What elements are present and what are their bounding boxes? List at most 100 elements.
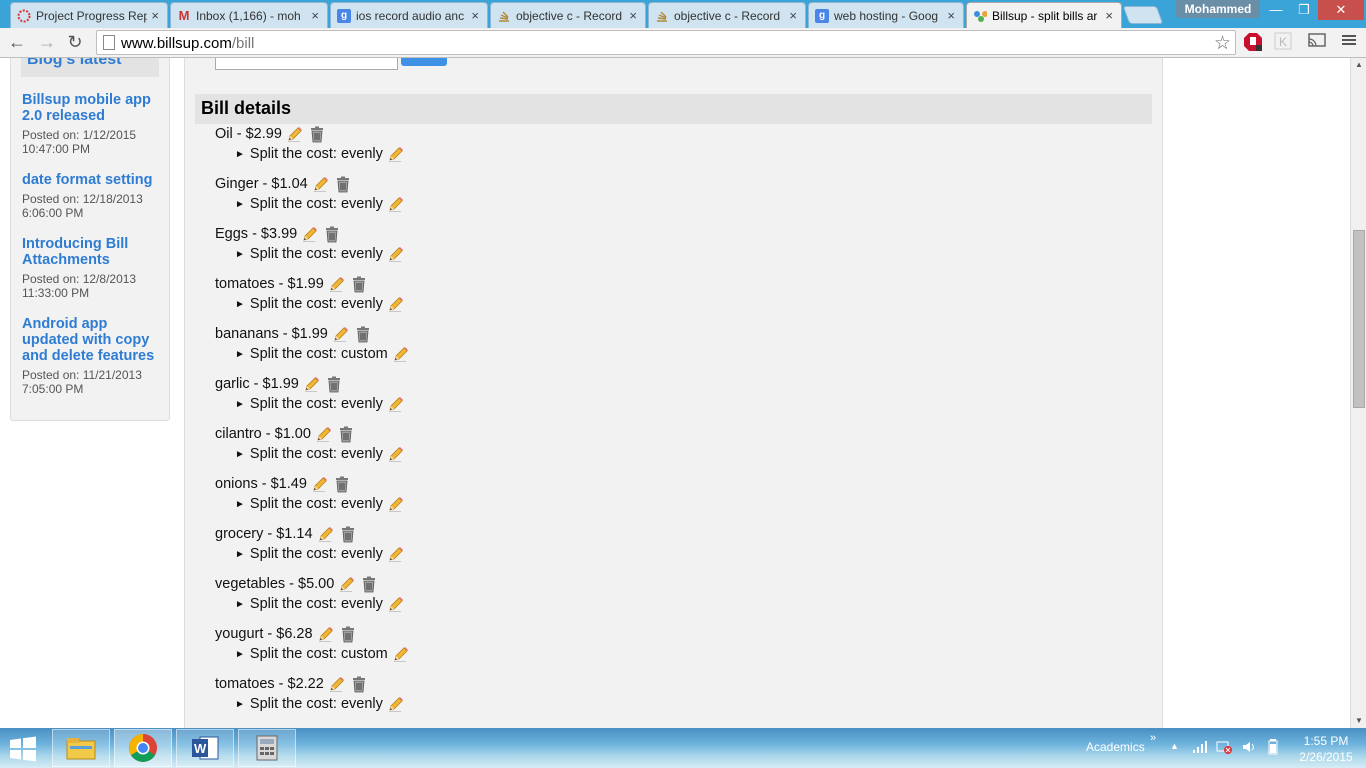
- forward-icon[interactable]: →: [36, 31, 58, 53]
- edit-pencil-icon[interactable]: [301, 225, 319, 243]
- file-explorer-icon[interactable]: [52, 729, 110, 767]
- calculator-icon[interactable]: [238, 729, 296, 767]
- expand-triangle-icon[interactable]: ►: [235, 249, 245, 260]
- edit-pencil-icon[interactable]: [387, 495, 405, 513]
- close-icon[interactable]: ×: [471, 8, 479, 23]
- windows-start-icon[interactable]: [8, 736, 40, 762]
- chrome-icon[interactable]: [114, 729, 172, 767]
- tab-billsup[interactable]: Billsup - split bills ar ×: [966, 2, 1122, 28]
- tab-objective-c-1[interactable]: objective c - Record ×: [490, 2, 646, 28]
- text-input[interactable]: [215, 58, 398, 70]
- tab-project-progress[interactable]: Project Progress Rep ×: [10, 2, 168, 28]
- split-cost-row[interactable]: ► Split the cost: evenly: [215, 194, 405, 214]
- scroll-thumb[interactable]: [1353, 230, 1365, 408]
- trash-icon[interactable]: [334, 175, 352, 193]
- adblock-extension-icon[interactable]: [1242, 32, 1264, 54]
- network-error-icon[interactable]: [1216, 740, 1232, 757]
- expand-triangle-icon[interactable]: ►: [235, 549, 245, 560]
- blog-post-link[interactable]: date format setting: [22, 172, 162, 188]
- back-icon[interactable]: ←: [6, 31, 28, 53]
- battery-icon[interactable]: [1268, 739, 1278, 758]
- edit-pencil-icon[interactable]: [392, 345, 410, 363]
- edit-pencil-icon[interactable]: [312, 175, 330, 193]
- blog-post-link[interactable]: Introducing Bill Attachments: [22, 236, 162, 268]
- maximize-icon[interactable]: ❐: [1290, 0, 1318, 20]
- edit-pencil-icon[interactable]: [387, 195, 405, 213]
- close-icon[interactable]: ×: [629, 8, 637, 23]
- edit-pencil-icon[interactable]: [317, 625, 335, 643]
- trash-icon[interactable]: [325, 375, 343, 393]
- menu-icon[interactable]: [1338, 32, 1360, 54]
- blog-post-link[interactable]: Android app updated with copy and delete…: [22, 316, 162, 364]
- show-hidden-icons-icon[interactable]: ▲: [1170, 741, 1179, 751]
- trash-icon[interactable]: [323, 225, 341, 243]
- edit-pencil-icon[interactable]: [332, 325, 350, 343]
- trash-icon[interactable]: [354, 325, 372, 343]
- expand-triangle-icon[interactable]: ►: [235, 149, 245, 160]
- edit-pencil-icon[interactable]: [387, 445, 405, 463]
- expand-triangle-icon[interactable]: ►: [235, 649, 245, 660]
- expand-triangle-icon[interactable]: ►: [235, 199, 245, 210]
- close-icon[interactable]: ×: [1105, 8, 1113, 23]
- edit-pencil-icon[interactable]: [387, 545, 405, 563]
- trash-icon[interactable]: [308, 125, 326, 143]
- double-chevron-icon[interactable]: »: [1150, 732, 1156, 744]
- edit-pencil-icon[interactable]: [328, 275, 346, 293]
- edit-pencil-icon[interactable]: [387, 695, 405, 713]
- close-icon[interactable]: ×: [947, 8, 955, 23]
- close-icon[interactable]: ×: [311, 8, 319, 23]
- tab-ios-record[interactable]: g ios record audio anc ×: [330, 2, 488, 28]
- trash-icon[interactable]: [350, 275, 368, 293]
- address-bar[interactable]: www.billsup.com/bill ☆: [96, 30, 1236, 55]
- trash-icon[interactable]: [339, 525, 357, 543]
- signal-icon[interactable]: [1192, 740, 1208, 757]
- edit-pencil-icon[interactable]: [387, 395, 405, 413]
- edit-pencil-icon[interactable]: [387, 145, 405, 163]
- page-scrollbar[interactable]: ▲ ▼: [1350, 58, 1366, 728]
- trash-icon[interactable]: [339, 625, 357, 643]
- split-cost-row[interactable]: ► Split the cost: evenly: [215, 694, 405, 714]
- split-cost-row[interactable]: ► Split the cost: evenly: [215, 594, 405, 614]
- expand-triangle-icon[interactable]: ►: [235, 449, 245, 460]
- edit-pencil-icon[interactable]: [311, 475, 329, 493]
- expand-triangle-icon[interactable]: ►: [235, 499, 245, 510]
- scroll-up-icon[interactable]: ▲: [1351, 58, 1366, 72]
- close-icon[interactable]: ×: [789, 8, 797, 23]
- trash-icon[interactable]: [350, 675, 368, 693]
- close-icon[interactable]: ×: [151, 8, 159, 23]
- k-extension-icon[interactable]: K: [1272, 32, 1294, 54]
- tab-objective-c-2[interactable]: objective c - Record ×: [648, 2, 806, 28]
- word-icon[interactable]: W: [176, 729, 234, 767]
- edit-pencil-icon[interactable]: [387, 595, 405, 613]
- scroll-down-icon[interactable]: ▼: [1351, 714, 1366, 728]
- split-cost-row[interactable]: ► Split the cost: evenly: [215, 394, 405, 414]
- split-cost-row[interactable]: ► Split the cost: custom: [215, 344, 410, 364]
- new-tab-button[interactable]: [1122, 6, 1164, 24]
- cast-icon[interactable]: [1306, 32, 1328, 54]
- minimize-icon[interactable]: —: [1262, 0, 1290, 20]
- edit-pencil-icon[interactable]: [338, 575, 356, 593]
- blog-post-link[interactable]: Billsup mobile app 2.0 released: [22, 92, 162, 124]
- edit-pencil-icon[interactable]: [315, 425, 333, 443]
- split-cost-row[interactable]: ► Split the cost: evenly: [215, 494, 405, 514]
- edit-pencil-icon[interactable]: [286, 125, 304, 143]
- expand-triangle-icon[interactable]: ►: [235, 299, 245, 310]
- split-cost-row[interactable]: ► Split the cost: evenly: [215, 144, 405, 164]
- submit-button[interactable]: [401, 58, 447, 66]
- edit-pencil-icon[interactable]: [387, 295, 405, 313]
- split-cost-row[interactable]: ► Split the cost: custom: [215, 644, 410, 664]
- expand-triangle-icon[interactable]: ►: [235, 599, 245, 610]
- trash-icon[interactable]: [333, 475, 351, 493]
- close-window-icon[interactable]: ✕: [1318, 0, 1364, 20]
- toolbar-label[interactable]: Academics: [1086, 740, 1145, 754]
- trash-icon[interactable]: [360, 575, 378, 593]
- split-cost-row[interactable]: ► Split the cost: evenly: [215, 294, 405, 314]
- edit-pencil-icon[interactable]: [392, 645, 410, 663]
- edit-pencil-icon[interactable]: [303, 375, 321, 393]
- expand-triangle-icon[interactable]: ►: [235, 399, 245, 410]
- volume-icon[interactable]: [1242, 740, 1258, 757]
- profile-button[interactable]: Mohammed: [1176, 0, 1260, 18]
- split-cost-row[interactable]: ► Split the cost: evenly: [215, 444, 405, 464]
- split-cost-row[interactable]: ► Split the cost: evenly: [215, 544, 405, 564]
- bookmark-star-icon[interactable]: ☆: [1214, 32, 1231, 55]
